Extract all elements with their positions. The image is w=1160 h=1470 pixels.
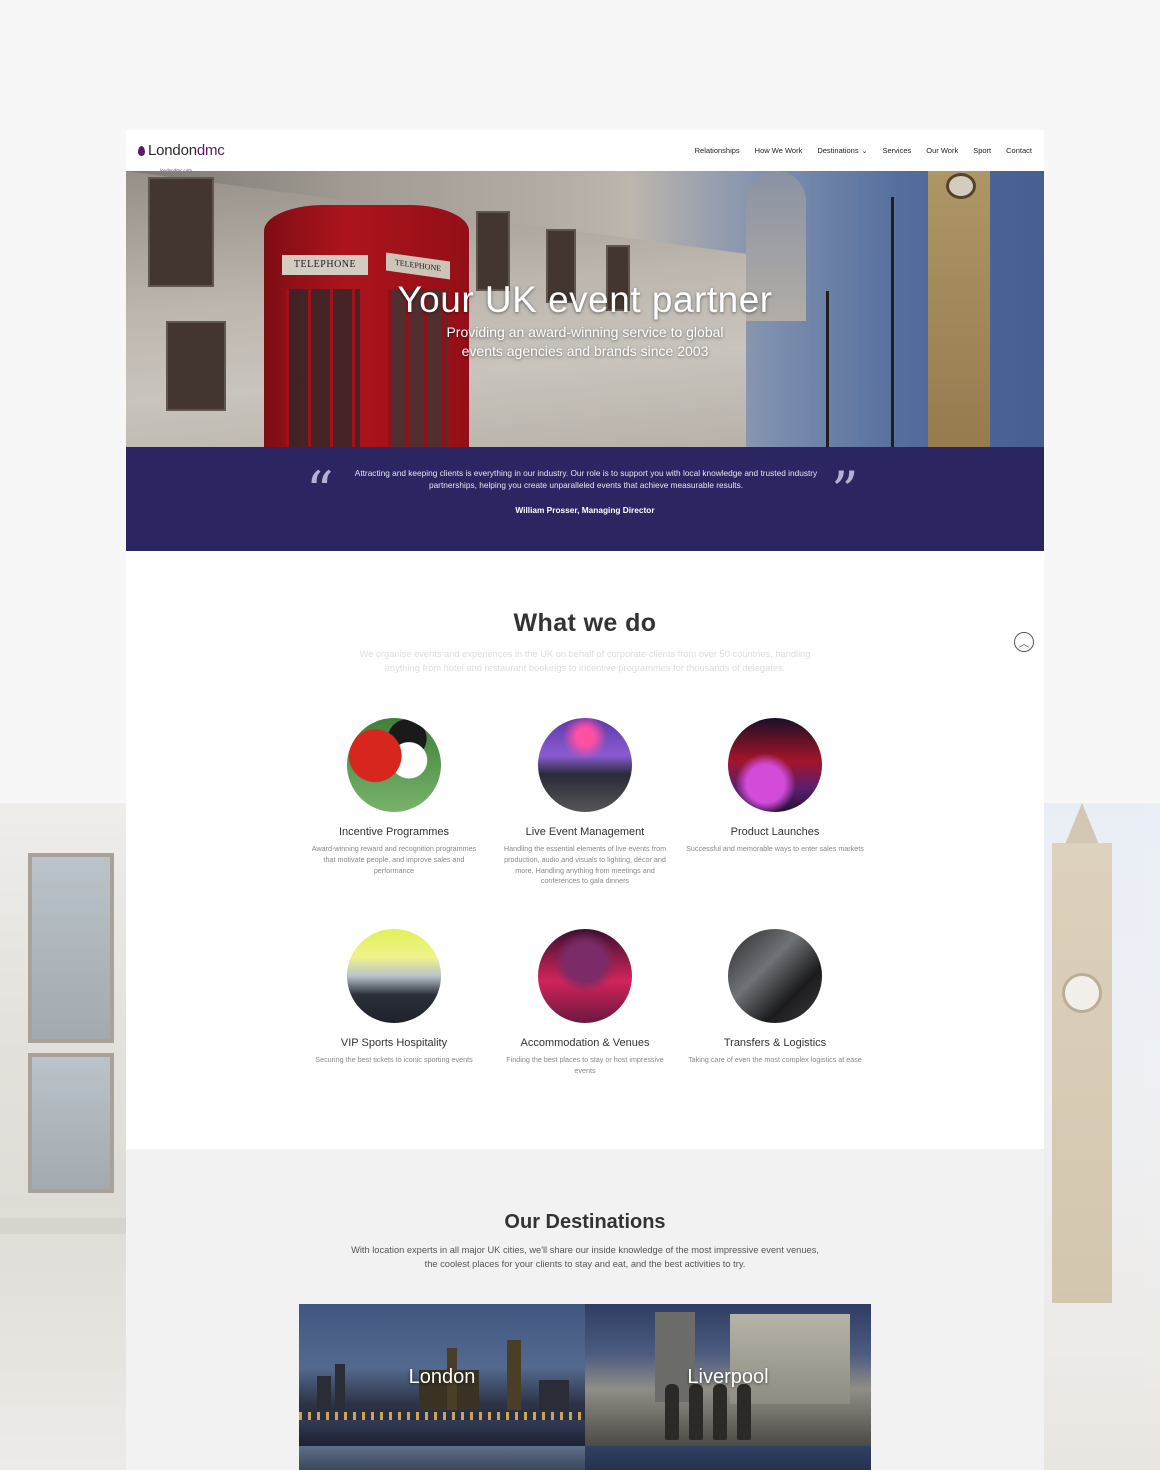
background-image-left bbox=[0, 803, 126, 1470]
service-card[interactable]: Live Event Management Handling the essen… bbox=[490, 718, 680, 887]
nav-item-relationships[interactable]: Relationships bbox=[695, 146, 740, 155]
logo-wordmark: Londondmc bbox=[148, 142, 225, 159]
section-description: We organise events and experiences in th… bbox=[359, 649, 811, 673]
what-we-do-section: What we do We organise events and experi… bbox=[126, 551, 1044, 1149]
service-title: Incentive Programmes bbox=[338, 826, 450, 838]
nav-item-services[interactable]: Services bbox=[882, 146, 911, 155]
service-image bbox=[538, 929, 632, 1023]
service-image bbox=[728, 929, 822, 1023]
clock-icon bbox=[1062, 973, 1102, 1013]
destinations-section: Our Destinations With location experts i… bbox=[126, 1149, 1044, 1470]
testimonial-author: William Prosser, Managing Director bbox=[515, 505, 655, 515]
destination-card-london[interactable]: London bbox=[299, 1304, 585, 1446]
map-pin-icon bbox=[138, 145, 145, 156]
hero-subtitle-line: events agencies and brands since 2003 bbox=[461, 343, 709, 359]
logo[interactable]: Londondmc londondmc.com bbox=[138, 142, 225, 173]
testimonial-text: Attracting and keeping clients is everyt… bbox=[354, 468, 818, 490]
service-card[interactable]: VIP Sports Hospitality Securing the best… bbox=[299, 929, 489, 1066]
hero-subtitle: Providing an award-winning service to gl… bbox=[126, 323, 1044, 361]
section-title: Our Destinations bbox=[504, 1211, 666, 1233]
destination-card-partial[interactable] bbox=[299, 1446, 585, 1470]
service-description: Handling the essential elements of live … bbox=[503, 844, 667, 886]
chevron-down-icon: ⌄ bbox=[861, 148, 868, 155]
destination-label: London bbox=[408, 1366, 476, 1388]
service-description: Taking care of even the most complex log… bbox=[688, 1055, 862, 1064]
service-card[interactable]: Transfers & Logistics Taking care of eve… bbox=[680, 929, 870, 1066]
service-title: Live Event Management bbox=[525, 826, 645, 838]
nav-item-destinations[interactable]: Destinations ⌄ bbox=[817, 146, 867, 155]
service-image bbox=[538, 718, 632, 812]
nav-item-our-work[interactable]: Our Work bbox=[926, 146, 958, 155]
destination-label: Liverpool bbox=[687, 1366, 769, 1388]
nav-item-label: Destinations bbox=[817, 146, 859, 155]
destination-card-liverpool[interactable]: Liverpool bbox=[585, 1304, 871, 1446]
hero-text: Your UK event partner Providing an award… bbox=[126, 279, 1044, 361]
service-image bbox=[347, 718, 441, 812]
destination-card-partial[interactable] bbox=[585, 1446, 871, 1470]
service-description: Finding the best places to stay or host … bbox=[506, 1055, 664, 1075]
service-image bbox=[728, 718, 822, 812]
service-description: Award-winning reward and recognition pro… bbox=[311, 844, 477, 875]
nav-item-how-we-work[interactable]: How We Work bbox=[755, 146, 803, 155]
service-title: Product Launches bbox=[730, 826, 820, 838]
nav-item-sport[interactable]: Sport bbox=[973, 146, 991, 155]
service-image bbox=[347, 929, 441, 1023]
service-card[interactable]: Product Launches Successful and memorabl… bbox=[680, 718, 870, 855]
service-title: Accommodation & Venues bbox=[520, 1037, 650, 1049]
page-container: Londondmc londondmc.com Relationships Ho… bbox=[126, 130, 1044, 1470]
scroll-to-top-button[interactable]: ︿ bbox=[1014, 632, 1034, 652]
section-title: What we do bbox=[513, 609, 657, 637]
nav-item-contact[interactable]: Contact bbox=[1006, 146, 1032, 155]
service-card[interactable]: Incentive Programmes Award-winning rewar… bbox=[299, 718, 489, 876]
service-description: Successful and memorable ways to enter s… bbox=[686, 844, 864, 853]
main-nav: Relationships How We Work Destinations ⌄ … bbox=[695, 146, 1032, 155]
testimonial-band: “ Attracting and keeping clients is ever… bbox=[126, 447, 1044, 551]
section-description: With location experts in all major UK ci… bbox=[351, 1245, 819, 1269]
hero-title: Your UK event partner bbox=[397, 279, 773, 320]
background-image-right bbox=[1034, 803, 1160, 1470]
service-title: VIP Sports Hospitality bbox=[340, 1037, 448, 1049]
service-description: Securing the best tickets to iconic spor… bbox=[315, 1055, 473, 1064]
site-header: Londondmc londondmc.com Relationships Ho… bbox=[126, 130, 1044, 173]
service-card[interactable]: Accommodation & Venues Finding the best … bbox=[490, 929, 680, 1077]
service-title: Transfers & Logistics bbox=[723, 1037, 827, 1049]
hero-banner: TELEPHONE TELEPHONE Your UK event partne… bbox=[126, 171, 1044, 447]
hero-subtitle-line: Providing an award-winning service to gl… bbox=[446, 324, 724, 340]
chevron-up-icon: ︿ bbox=[1019, 638, 1029, 650]
